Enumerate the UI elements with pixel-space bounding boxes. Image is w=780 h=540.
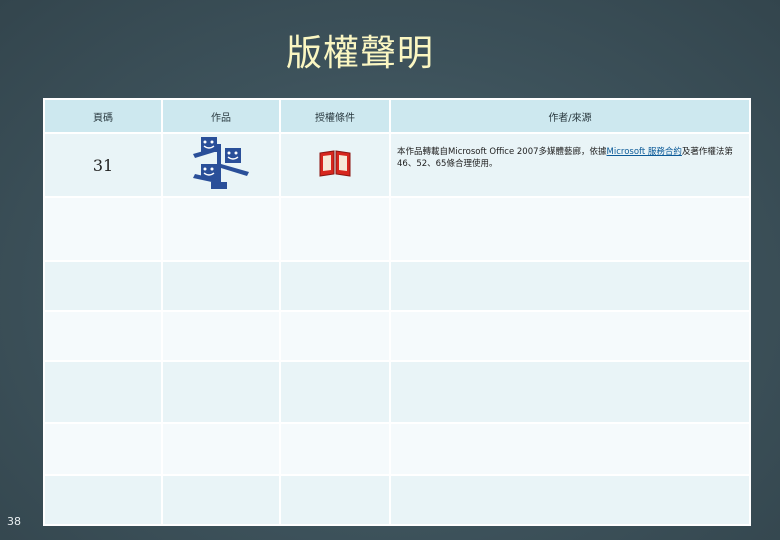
page-title: 版權聲明 [285, 33, 434, 74]
red-book-icon [318, 150, 352, 182]
table-header-row: 頁碼 作品 授權條件 作者/來源 [43, 98, 751, 134]
page-number-cell: 31 [43, 132, 163, 198]
table-row [43, 260, 751, 312]
copyright-table: 頁碼 作品 授權條件 作者/來源 31 本作品轉載自Microsoft Offi… [43, 98, 751, 526]
slide-number: 38 [7, 515, 21, 528]
table-row [43, 310, 751, 362]
header-work: 作品 [161, 98, 281, 134]
service-agreement-link[interactable]: Microsoft 服務合約 [607, 147, 682, 157]
header-source: 作者/來源 [389, 98, 751, 134]
table-row [43, 474, 751, 526]
people-network-clipart-icon [191, 137, 251, 196]
header-page: 頁碼 [43, 98, 163, 134]
table-row [43, 422, 751, 476]
license-cell [279, 132, 391, 198]
table-row: 31 本作品轉載自Microsoft Office 2007多媒體藝廊，依據Mi… [43, 132, 751, 198]
work-cell [161, 132, 281, 198]
table-row [43, 196, 751, 262]
source-text-before: 本作品轉載自Microsoft Office 2007多媒體藝廊，依據 [397, 147, 607, 157]
table-row [43, 360, 751, 424]
source-cell: 本作品轉載自Microsoft Office 2007多媒體藝廊，依據Micro… [389, 132, 751, 198]
header-license: 授權條件 [279, 98, 391, 134]
